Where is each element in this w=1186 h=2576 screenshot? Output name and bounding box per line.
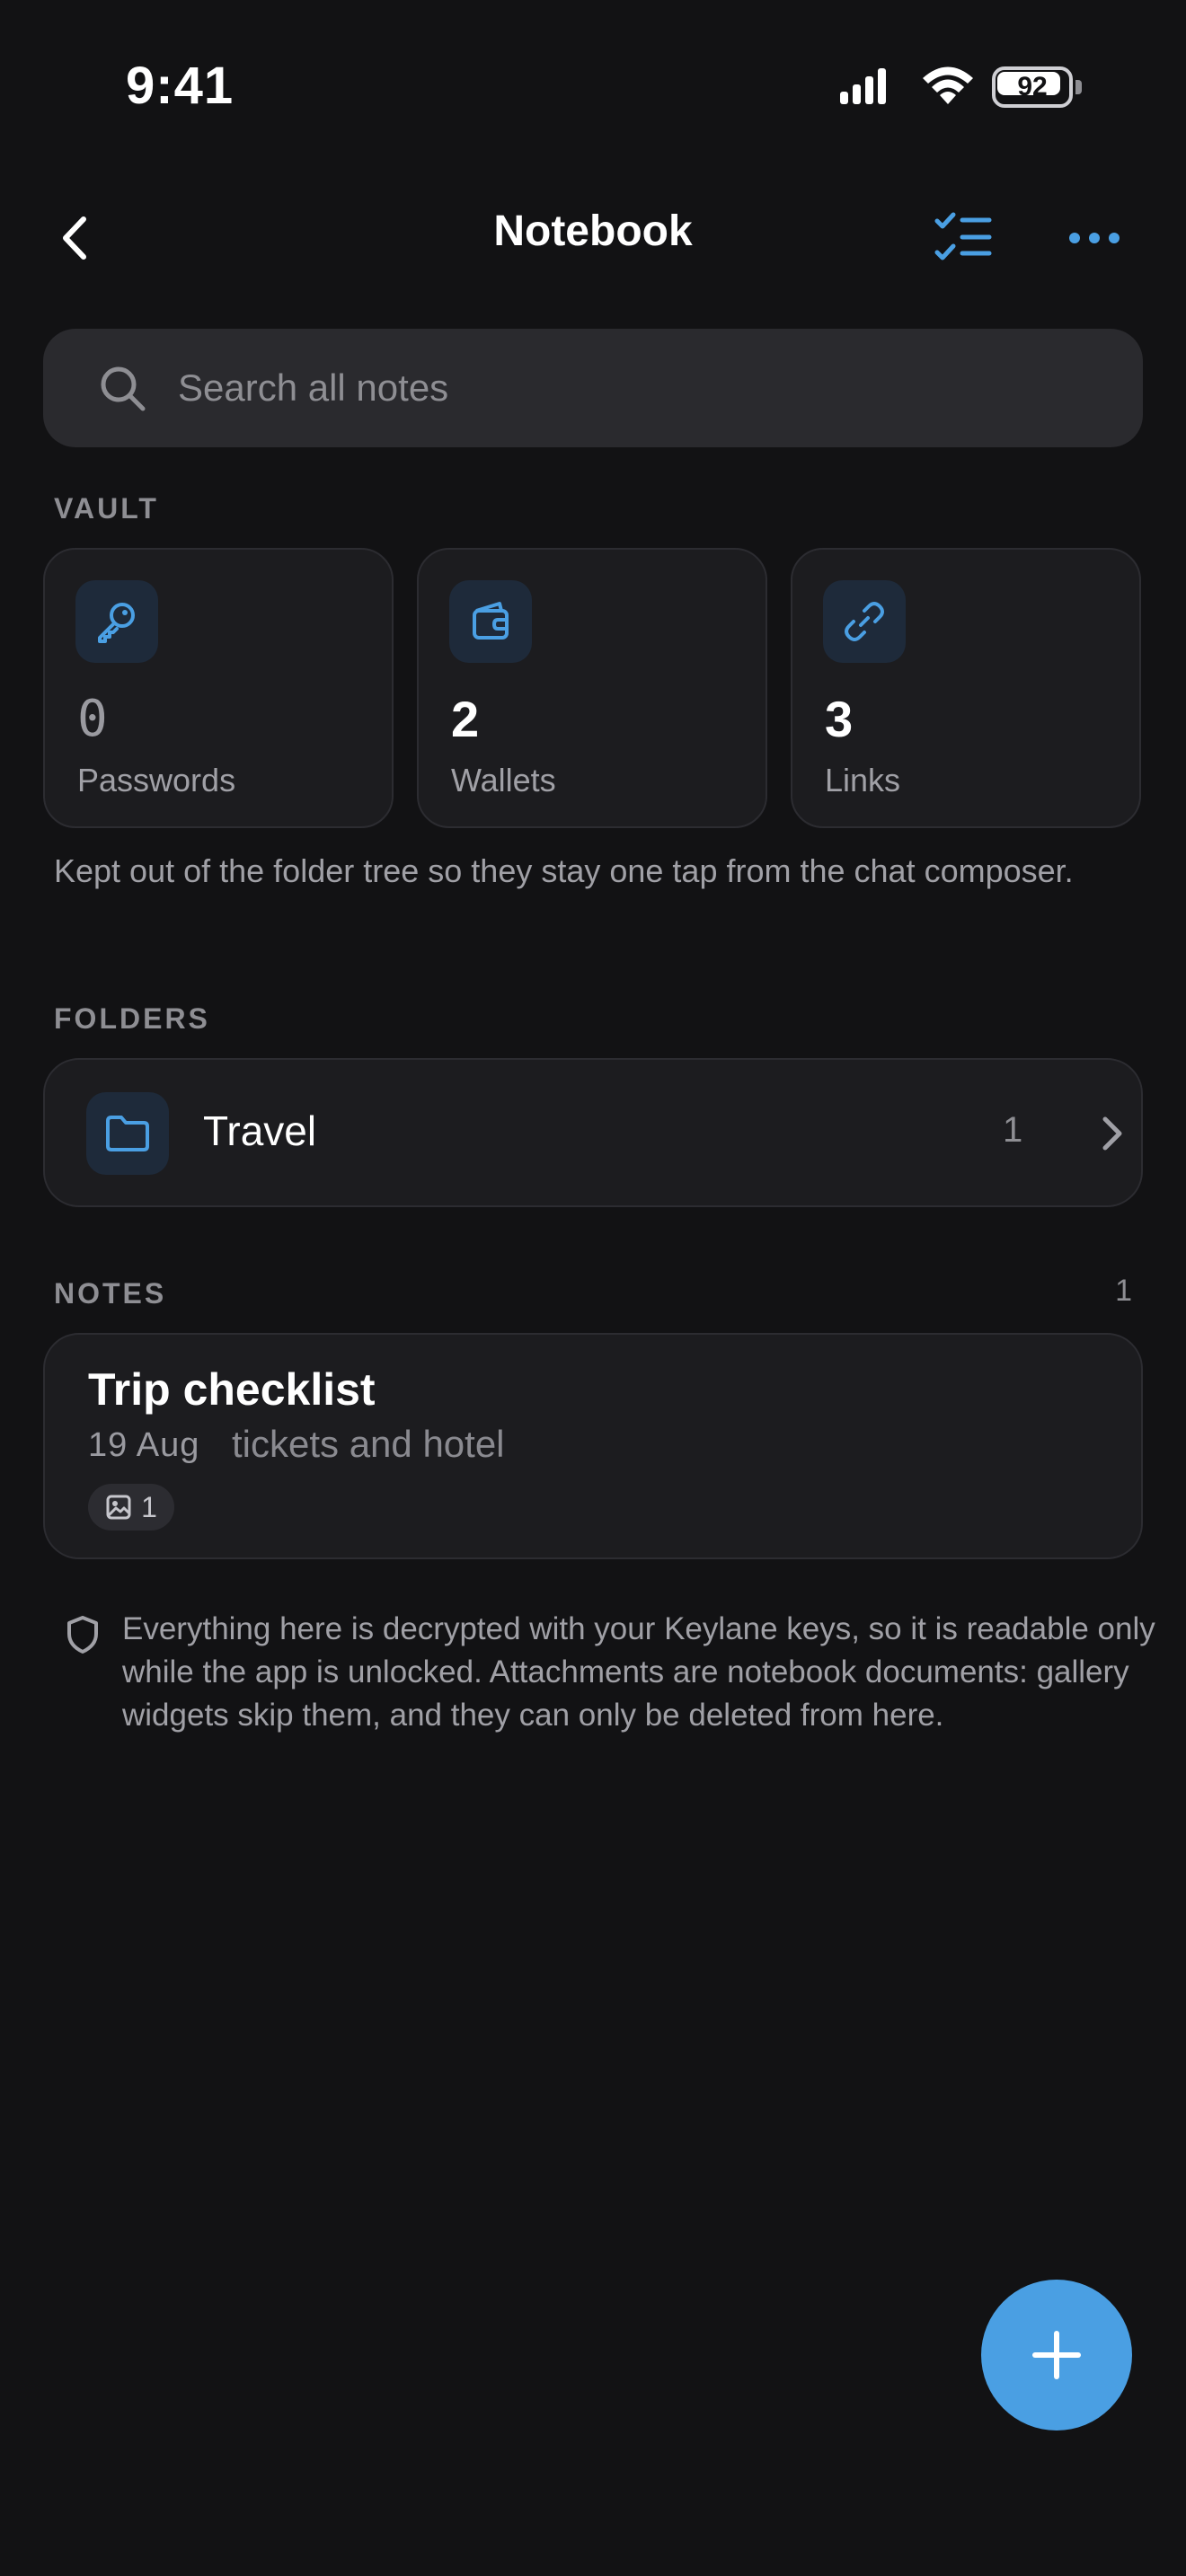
status-time: 9:41 — [126, 57, 235, 115]
image-icon — [106, 1495, 131, 1520]
add-note-button[interactable] — [981, 2280, 1132, 2430]
battery-icon: 92 — [992, 66, 1082, 108]
vault-icon-tile — [75, 580, 158, 663]
vault-count: 3 — [825, 691, 854, 747]
chevron-right-icon — [1102, 1116, 1122, 1151]
vault-icon-tile — [449, 580, 532, 663]
shield-icon — [67, 1616, 98, 1654]
vault-card-wallets[interactable]: 2 Wallets — [417, 548, 767, 828]
vault-label: Links — [825, 762, 901, 798]
key-icon — [98, 603, 135, 643]
link-icon — [845, 602, 884, 641]
attachment-badge: 1 — [88, 1484, 174, 1531]
notes-section-label: NOTES — [54, 1277, 167, 1310]
vault-icon-tile — [823, 580, 906, 663]
search-icon — [101, 366, 146, 411]
vault-description: Kept out of the folder tree so they stay… — [54, 852, 1074, 889]
page-title: Notebook — [493, 207, 693, 255]
chevron-left-icon — [63, 216, 86, 260]
battery-level: 92 — [1017, 72, 1048, 101]
vault-label: Passwords — [77, 762, 236, 798]
vault-card-links[interactable]: 3 Links — [791, 548, 1141, 828]
note-card[interactable]: Trip checklist 19 Aug tickets and hotel … — [43, 1333, 1143, 1559]
vault-count: 2 — [451, 691, 480, 747]
nav-bar: Notebook — [0, 189, 1186, 287]
status-bar: 9:41 92 — [0, 0, 1186, 171]
folders-section-label: FOLDERS — [54, 1002, 210, 1035]
vault-card-passwords[interactable]: 0 Passwords — [43, 548, 394, 828]
attachment-count: 1 — [141, 1490, 157, 1523]
search-bar[interactable] — [43, 329, 1143, 447]
vault-label: Wallets — [451, 762, 556, 798]
folder-count: 1 — [1003, 1110, 1023, 1150]
note-date: 19 Aug — [88, 1426, 200, 1464]
plus-icon — [1032, 2331, 1081, 2379]
ellipsis-icon — [1069, 233, 1120, 243]
folder-name: Travel — [203, 1107, 317, 1154]
checklist-button[interactable] — [929, 208, 997, 268]
security-notice-text: Everything here is decrypted with your K… — [122, 1611, 1155, 1733]
vault-section-label: VAULT — [54, 492, 159, 525]
folder-row-travel[interactable]: Travel 1 — [43, 1058, 1143, 1207]
notes-count: 1 — [1115, 1274, 1132, 1308]
cellular-signal-icon — [840, 68, 886, 104]
wifi-icon — [923, 66, 973, 104]
vault-count: 0 — [77, 690, 108, 748]
checklist-icon — [934, 212, 992, 260]
back-button[interactable] — [45, 208, 104, 268]
folder-icon-tile — [86, 1092, 169, 1175]
folder-icon — [106, 1116, 149, 1151]
note-title: Trip checklist — [88, 1364, 376, 1415]
search-input[interactable] — [178, 356, 1112, 420]
more-options-button[interactable] — [1060, 208, 1128, 268]
note-preview: tickets and hotel — [232, 1423, 505, 1465]
wallet-icon — [473, 602, 509, 640]
